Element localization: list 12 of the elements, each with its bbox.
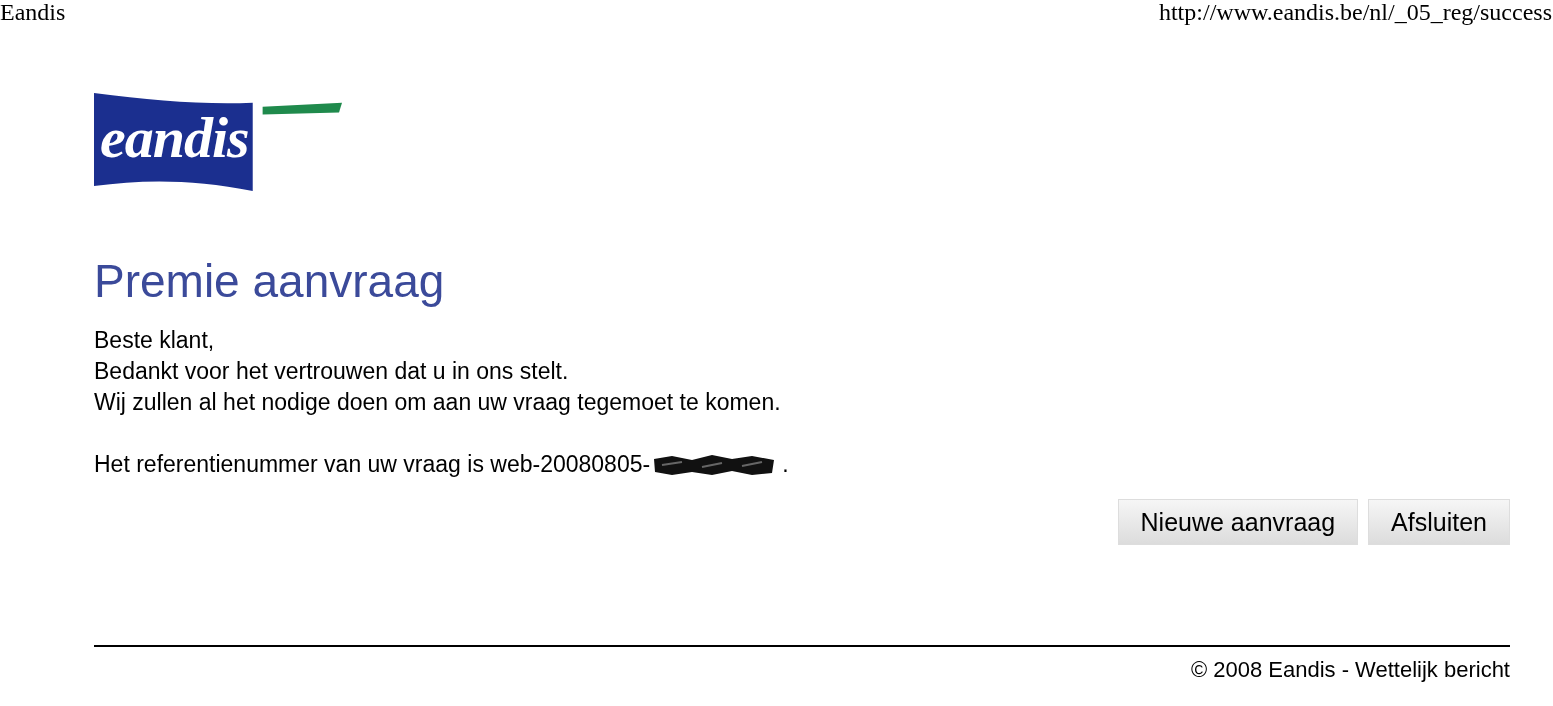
form-button[interactable]: Nieuwe aanvraag xyxy=(1117,499,1359,545)
reference-period: . xyxy=(782,450,789,479)
reference-text: Het referentienummer van uw vraag is web-20080805- xyxy=(94,450,651,479)
message-line: Bedankt voor het vertrouwen dat u in ons stelt. xyxy=(94,357,570,386)
footer-text: © 2008 Eandis - Wettelijk bericht xyxy=(1190,657,1510,682)
page-heading: Premie aanvraag xyxy=(94,254,446,309)
page-url: http://www.eandis.be/nl/_05_reg/success xyxy=(1158,0,1552,24)
message-line: Wij zullen al het nodige doen om aan uw vraag tegemoet te komen. xyxy=(94,388,782,417)
eandis-logo: eandis xyxy=(94,93,342,191)
page-title: Eandis xyxy=(0,0,66,24)
form-button[interactable]: Afsluiten xyxy=(1368,499,1510,545)
message-line: Beste klant, xyxy=(94,326,216,355)
